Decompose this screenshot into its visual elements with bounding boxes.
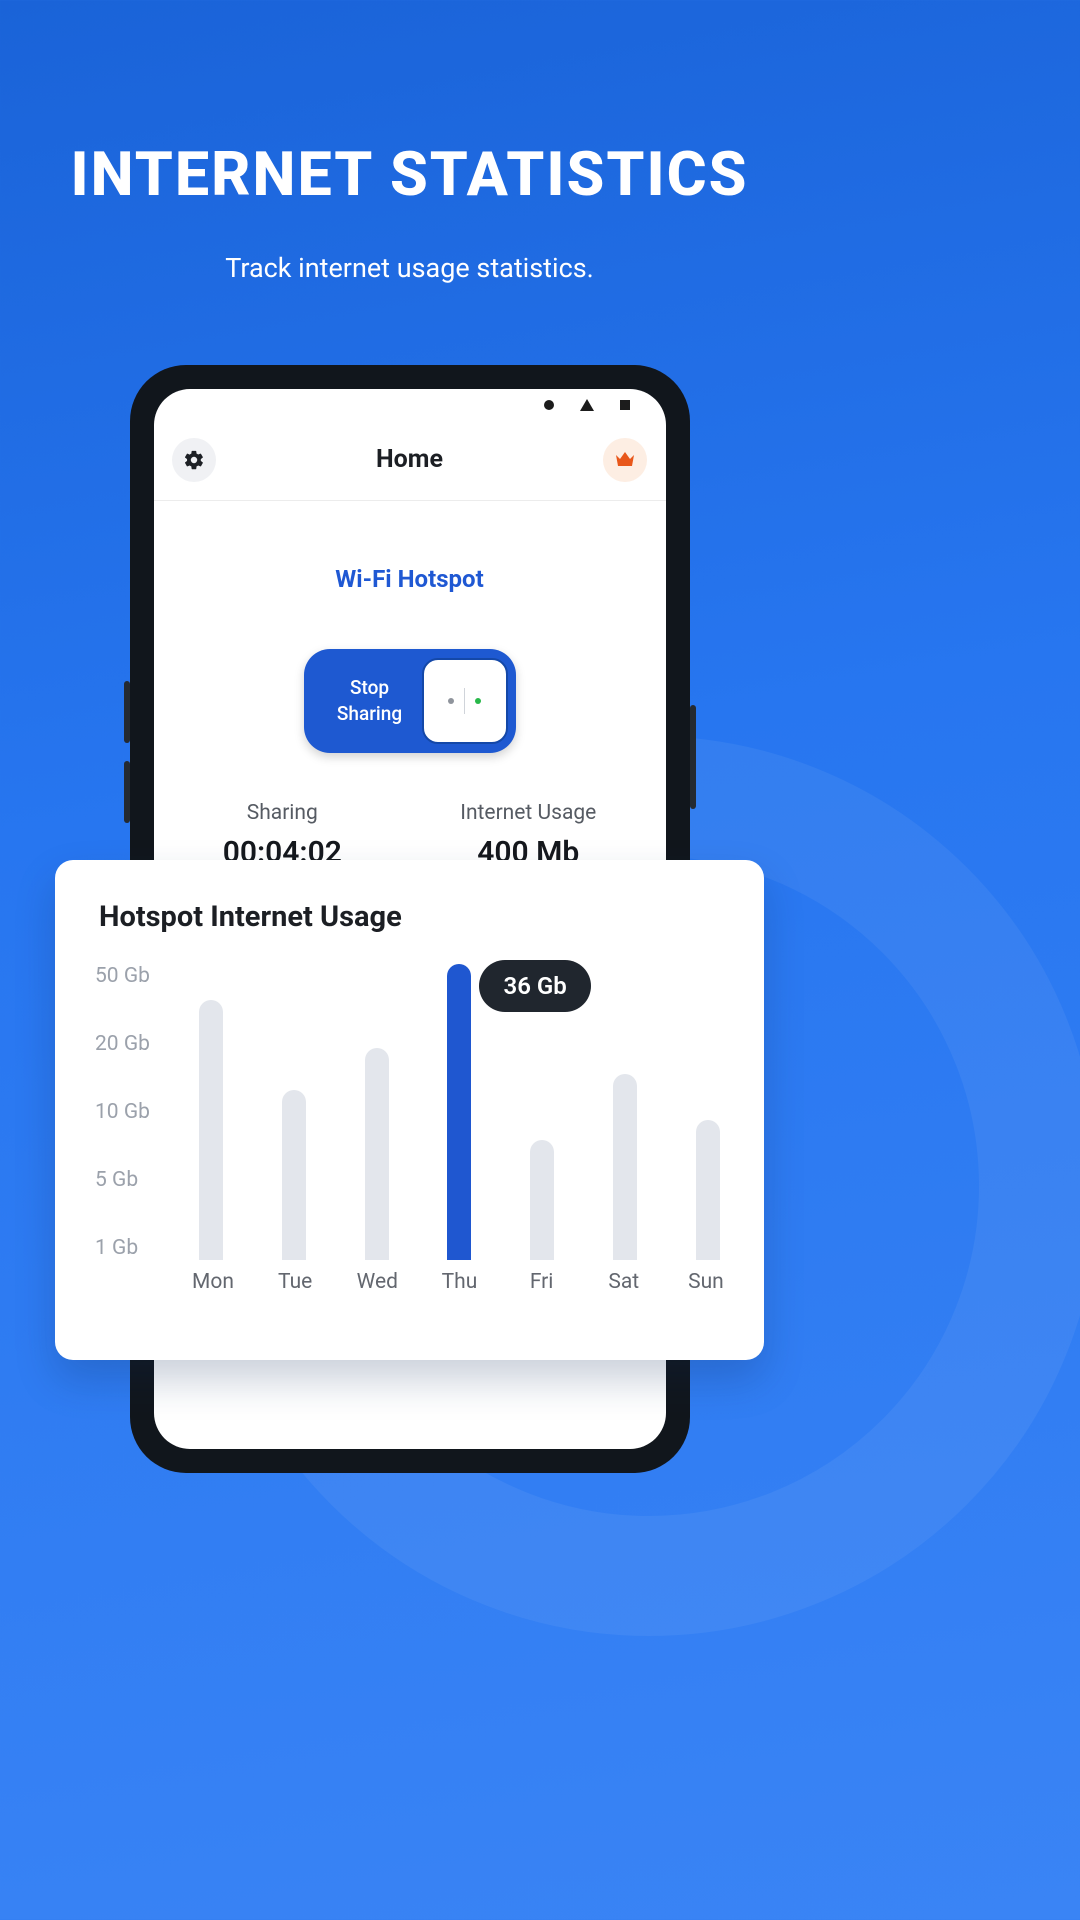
y-tick: 50 Gb [95, 964, 150, 988]
hero-title: INTERNET STATISTICS [0, 138, 819, 210]
chart-tooltip: 36 Gb [479, 960, 590, 1012]
chart-bar[interactable] [696, 1120, 720, 1260]
x-tick: Mon [191, 1270, 235, 1294]
status-dot-icon [544, 400, 554, 410]
y-tick: 10 Gb [95, 1100, 150, 1124]
chart-body: 50 Gb 20 Gb 10 Gb 5 Gb 1 Gb 36 Gb Mon Tu… [89, 964, 730, 1294]
chart-title: Hotspot Internet Usage [99, 900, 730, 934]
stat-usage-label: Internet Usage [460, 801, 596, 825]
x-tick: Fri [520, 1270, 564, 1294]
toggle-divider [464, 688, 465, 714]
toggle-dot-right [475, 698, 481, 704]
wifi-hotspot-title: Wi-Fi Hotspot [154, 565, 666, 593]
phone-volume-up-button [124, 681, 130, 743]
hotspot-toggle-thumb [422, 658, 508, 744]
chart-x-labels: Mon Tue Wed Thu Fri Sat Sun [189, 1270, 730, 1294]
app-bar: Home [154, 419, 666, 501]
gear-icon [183, 449, 205, 471]
phone-volume-down-button [124, 761, 130, 823]
phone-power-button [690, 705, 696, 809]
x-tick: Tue [273, 1270, 317, 1294]
chart-bars: 36 Gb [189, 964, 730, 1260]
page-title: Home [376, 445, 443, 474]
chart-bar[interactable] [199, 1000, 223, 1260]
status-triangle-icon [580, 399, 594, 411]
chart-bar[interactable] [282, 1090, 306, 1260]
x-tick: Thu [437, 1270, 481, 1294]
x-tick: Sun [684, 1270, 728, 1294]
y-tick: 5 Gb [95, 1168, 150, 1192]
hero-section: INTERNET STATISTICS Track internet usage… [0, 0, 819, 284]
y-tick: 20 Gb [95, 1032, 150, 1056]
status-bar [154, 389, 666, 419]
premium-button[interactable] [603, 438, 647, 482]
hotspot-toggle-label: Stop Sharing [312, 675, 422, 726]
chart-bar[interactable] [613, 1074, 637, 1260]
chart-bar[interactable] [365, 1048, 389, 1260]
crown-icon [613, 448, 637, 472]
stat-sharing-label: Sharing [223, 801, 342, 825]
status-square-icon [620, 400, 630, 410]
y-tick: 1 Gb [95, 1236, 150, 1260]
hero-subtitle: Track internet usage statistics. [0, 252, 819, 284]
x-tick: Wed [355, 1270, 399, 1294]
chart-bar[interactable]: 36 Gb [447, 964, 471, 1260]
home-content: Wi-Fi Hotspot Stop Sharing Sharing 00:04… [154, 501, 666, 870]
toggle-dot-left [448, 698, 454, 704]
settings-button[interactable] [172, 438, 216, 482]
usage-chart-card: Hotspot Internet Usage 50 Gb 20 Gb 10 Gb… [55, 860, 764, 1360]
chart-y-labels: 50 Gb 20 Gb 10 Gb 5 Gb 1 Gb [95, 964, 150, 1260]
hotspot-toggle[interactable]: Stop Sharing [304, 649, 516, 753]
x-tick: Sat [602, 1270, 646, 1294]
chart-bar[interactable] [530, 1140, 554, 1260]
